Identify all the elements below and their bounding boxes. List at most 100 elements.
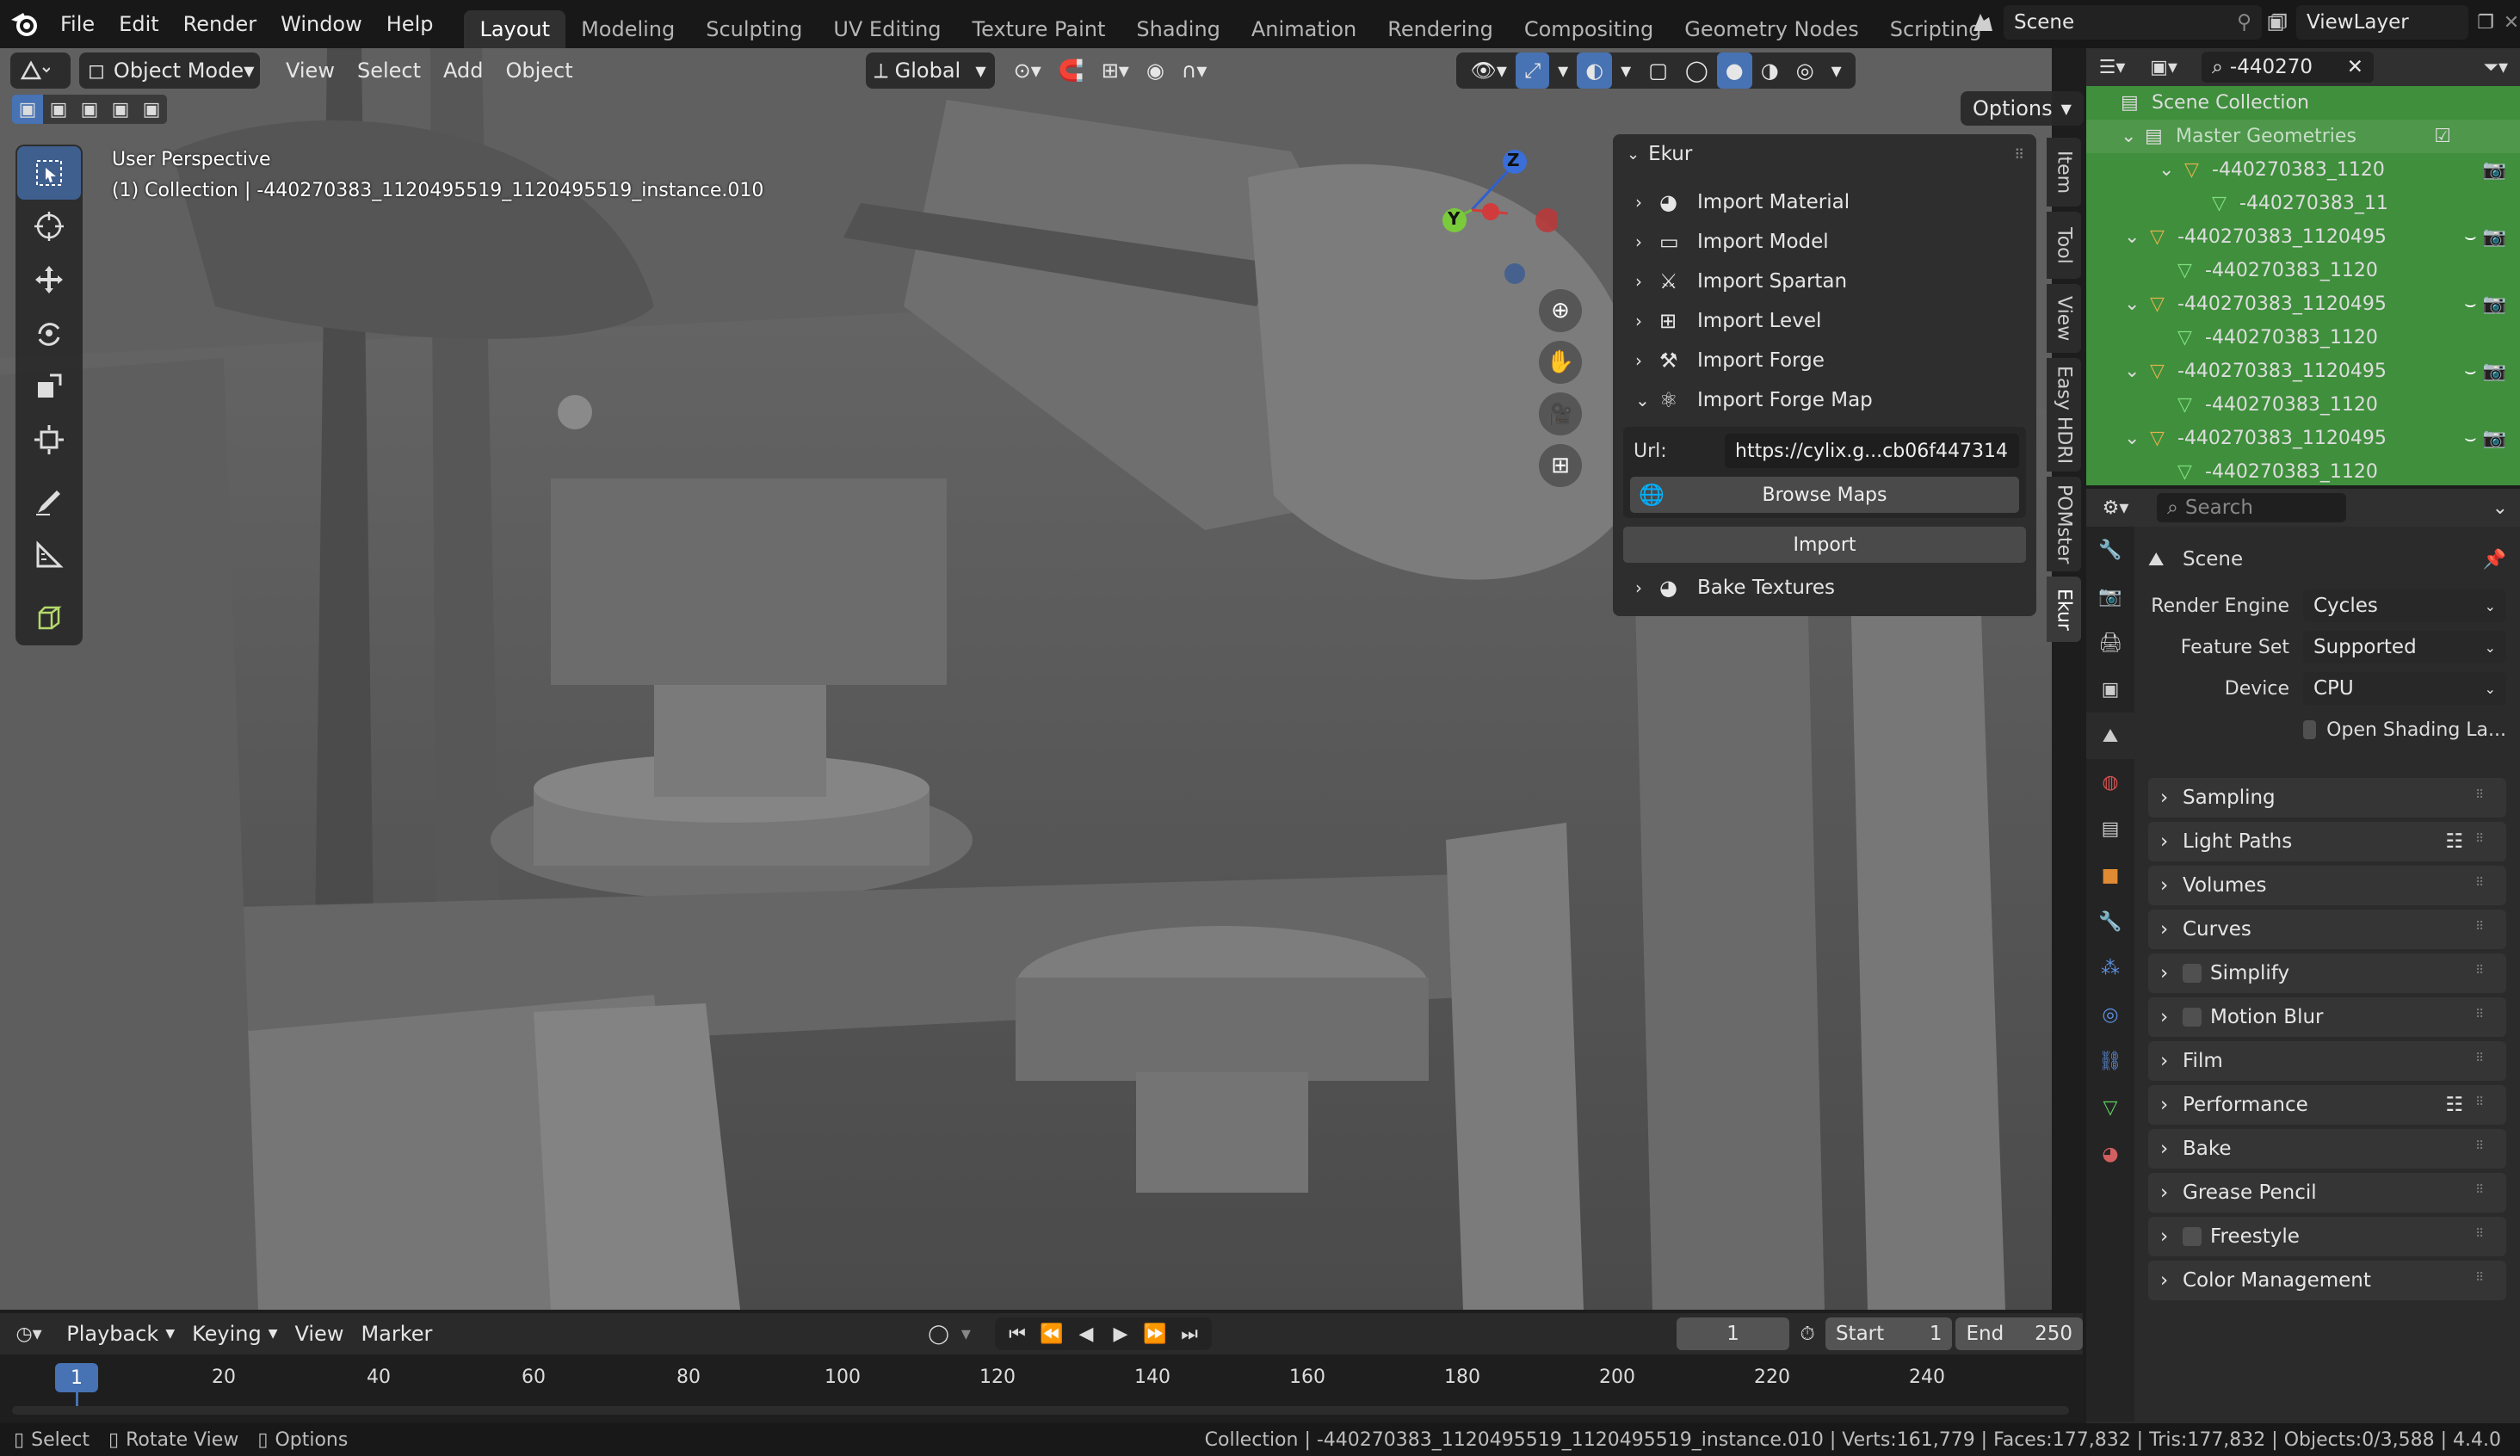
menu-edit[interactable]: Edit — [107, 0, 170, 48]
falloff-icon[interactable]: ∩▾ — [1173, 52, 1216, 89]
start-frame-field[interactable]: Start 1 — [1825, 1317, 1953, 1350]
tab-texture-paint[interactable]: Texture Paint — [957, 10, 1121, 48]
menu-keying[interactable]: Keying ▼ — [183, 1316, 286, 1352]
snap-target-icon[interactable]: ⊞▾ — [1093, 52, 1138, 89]
gizmo-icon[interactable]: ⤢ — [1515, 52, 1550, 89]
scene-tab-icon[interactable]: ⛰ — [2086, 713, 2134, 759]
drag-handle-icon[interactable]: ⠿ — [2475, 788, 2494, 807]
tab-rendering[interactable]: Rendering — [1372, 10, 1509, 48]
select-extend-icon[interactable]: ▣ — [43, 95, 74, 124]
drag-handle-icon[interactable]: ⠿ — [2475, 920, 2494, 939]
annotate-tool-icon[interactable] — [17, 475, 81, 528]
preset-list-icon[interactable]: ☷ — [2445, 830, 2463, 853]
view-layer-tab-icon[interactable]: ▣ — [2086, 666, 2134, 713]
gizmo-menu-icon[interactable]: ▾ — [1549, 52, 1577, 89]
scene-name-field[interactable]: Scene ⚲ — [2004, 5, 2262, 40]
properties-editor-type-icon[interactable]: ⚙▾ — [2086, 497, 2145, 519]
drag-handle-icon[interactable]: ⠿ — [2475, 964, 2494, 983]
tab-tool[interactable]: Tool — [2047, 212, 2081, 279]
checkbox[interactable] — [2183, 1008, 2202, 1027]
ekur-panel-header[interactable]: ⌄ Ekur ⠿ — [1613, 134, 2036, 174]
tab-item[interactable]: Item — [2047, 138, 2081, 207]
jump-end-icon[interactable]: ⏭ — [1172, 1323, 1207, 1345]
zoom-icon[interactable]: ⊕ — [1539, 289, 1582, 332]
drag-handle-icon[interactable]: ⠿ — [2475, 1227, 2494, 1246]
chevron-down-icon[interactable]: ⌄ — [2492, 497, 2508, 519]
tab-layout[interactable]: Layout — [464, 10, 566, 48]
visibility-toggle-icon[interactable]: ⌣ 📷 — [2436, 287, 2520, 321]
tool-tab-icon[interactable]: 🔧 — [2086, 527, 2134, 573]
remove-view-layer-icon[interactable]: ✕ — [2503, 12, 2520, 34]
options-button[interactable]: Options ▼ — [1961, 91, 2084, 126]
tab-easy-hdri[interactable]: Easy HDRI — [2047, 358, 2081, 472]
material-shading-icon[interactable]: ◑ — [1752, 52, 1788, 89]
drag-handle-icon[interactable]: ⠿ — [2475, 1271, 2494, 1290]
wireframe-shading-icon[interactable]: ◯ — [1677, 52, 1717, 89]
menu-render[interactable]: Render — [171, 0, 269, 48]
visibility-toggle-icon[interactable]: ⌣ 📷 — [2436, 355, 2520, 388]
move-tool-icon[interactable] — [17, 253, 81, 306]
ortho-grid-icon[interactable]: ⊞ — [1539, 444, 1582, 487]
section-light-paths[interactable]: › Light Paths ☷ ⠿ — [2148, 822, 2506, 861]
pivot-icon[interactable]: ⊙▾ — [1005, 52, 1050, 89]
keying-set-icon[interactable]: ▾ — [954, 1323, 978, 1345]
select-new-icon[interactable]: ▣ — [12, 95, 43, 124]
measure-tool-icon[interactable] — [17, 528, 81, 582]
tab-ekur[interactable]: Ekur — [2047, 577, 2081, 642]
menu-marker[interactable]: Marker — [352, 1316, 441, 1352]
drag-handle-icon[interactable]: ⠿ — [2475, 876, 2494, 895]
select-intersect-icon[interactable]: ▣ — [136, 95, 167, 124]
cursor-tool-icon[interactable] — [17, 200, 81, 253]
drag-handle-icon[interactable]: ⠿ — [2475, 832, 2494, 851]
navigation-gizmo[interactable]: Z Y — [1429, 138, 1558, 293]
add-cube-tool-icon[interactable] — [17, 590, 81, 644]
play-reverse-icon[interactable]: ◀ — [1069, 1323, 1103, 1345]
checkbox[interactable] — [2303, 720, 2317, 739]
tab-view[interactable]: View — [2047, 284, 2081, 353]
menu-object[interactable]: Object — [497, 52, 581, 89]
pan-hand-icon[interactable]: ✋ — [1539, 341, 1582, 384]
drag-handle-icon[interactable]: ⠿ — [2475, 1008, 2494, 1027]
overlay-icon[interactable]: ◐ — [1577, 52, 1613, 89]
playhead[interactable]: 1 — [55, 1363, 98, 1392]
checkbox[interactable] — [2183, 964, 2202, 983]
import-material-row[interactable]: › ◕ Import Material — [1613, 182, 2036, 222]
view-layer-field[interactable]: ViewLayer — [2296, 5, 2468, 40]
render-tab-icon[interactable]: 📷 — [2086, 573, 2134, 620]
rotate-tool-icon[interactable] — [17, 306, 81, 360]
display-mode-icon[interactable]: ▣▾ — [2138, 57, 2190, 78]
auto-key-icon[interactable]: ◯ — [923, 1323, 954, 1345]
outliner-search-field[interactable]: ⌕ -440270 ✕ — [2202, 52, 2374, 83]
section-freestyle[interactable]: › Freestyle ⠿ — [2148, 1217, 2506, 1256]
blender-logo-icon[interactable] — [0, 0, 48, 48]
current-frame-field[interactable]: 1 — [1677, 1317, 1790, 1350]
device-dropdown[interactable]: CPU ⌄ — [2303, 672, 2506, 705]
scale-tool-icon[interactable] — [17, 360, 81, 413]
tab-compositing[interactable]: Compositing — [1509, 10, 1669, 48]
section-color-management[interactable]: › Color Management ⠿ — [2148, 1261, 2506, 1300]
output-tab-icon[interactable]: 🖨 — [2086, 620, 2134, 666]
filter-icon[interactable]: ⏷▾ — [2483, 57, 2508, 78]
tab-modeling[interactable]: Modeling — [565, 10, 690, 48]
proportional-edit-icon[interactable]: ◉ — [1138, 52, 1173, 89]
drag-handle-icon[interactable]: ⠿ — [2475, 1052, 2494, 1070]
import-level-row[interactable]: › ⊞ Import Level — [1613, 301, 2036, 341]
camera-icon[interactable]: 📷 — [2436, 153, 2520, 187]
import-forge-row[interactable]: › ⚒ Import Forge — [1613, 341, 2036, 380]
shading-menu-icon[interactable]: ▾ — [1823, 52, 1850, 89]
section-sampling[interactable]: › Sampling ⠿ — [2148, 778, 2506, 817]
menu-help[interactable]: Help — [374, 0, 446, 48]
clear-search-icon[interactable]: ✕ — [2347, 56, 2363, 78]
section-film[interactable]: › Film ⠿ — [2148, 1041, 2506, 1081]
timeline-scrollbar[interactable] — [12, 1406, 2069, 1415]
properties-search-field[interactable]: ⌕ Search — [2157, 493, 2346, 522]
transform-tool-icon[interactable] — [17, 413, 81, 466]
jump-keyframe-back-icon[interactable]: ⏪ — [1035, 1323, 1069, 1345]
select-invert-icon[interactable]: ▣ — [105, 95, 136, 124]
drag-handle-icon[interactable]: ⠿ — [2475, 1183, 2494, 1202]
section-grease-pencil[interactable]: › Grease Pencil ⠿ — [2148, 1173, 2506, 1212]
section-bake[interactable]: › Bake ⠿ — [2148, 1129, 2506, 1169]
tab-animation[interactable]: Animation — [1236, 10, 1372, 48]
overlay-menu-icon[interactable]: ▾ — [1612, 52, 1640, 89]
rendered-shading-icon[interactable]: ◎ — [1788, 52, 1823, 89]
